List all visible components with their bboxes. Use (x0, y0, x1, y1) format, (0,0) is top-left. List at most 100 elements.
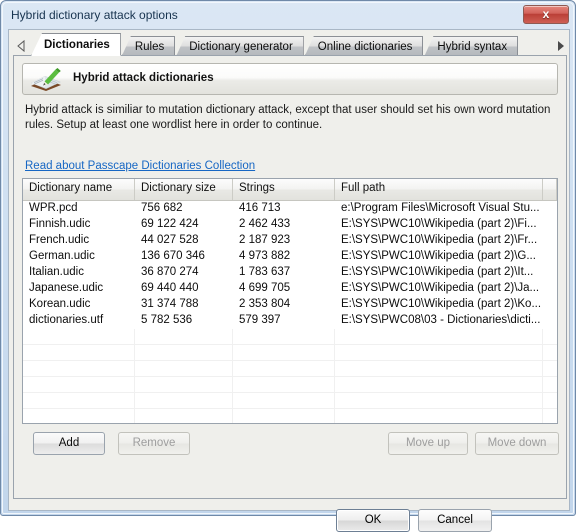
cell-empty (23, 345, 135, 360)
section-title: Hybrid attack dictionaries (73, 72, 214, 84)
cell-empty (335, 377, 543, 392)
cell-empty (135, 409, 233, 423)
table-row[interactable]: Korean.udic 31 374 788 2 353 804 E:\SYS\PWC… (23, 297, 557, 313)
cancel-button[interactable]: Cancel (418, 509, 492, 532)
close-icon: x (542, 7, 550, 21)
table-row[interactable]: Italian.udic 36 870 274 1 783 637 E:\SYS\PW… (23, 265, 557, 281)
cell-empty (135, 377, 233, 392)
dictionary-list[interactable]: Dictionary name Dictionary size Strings … (22, 178, 558, 424)
list-body: WPR.pcd 756 682 416 713 e:\Program Files\Mi… (23, 201, 557, 423)
column-header-dictionary-name[interactable]: Dictionary name (23, 179, 135, 200)
cell-empty (543, 409, 557, 423)
cell-full-path: E:\SYS\PWC10\Wikipedia (part 2)\Ko... (341, 298, 542, 310)
cell-dictionary-size: 136 670 346 (141, 250, 205, 262)
cell-strings: 2 187 923 (239, 234, 291, 246)
cell-empty (543, 377, 557, 392)
column-header-dictionary-size[interactable]: Dictionary size (135, 179, 233, 200)
table-row[interactable]: Japanese.udic 69 440 440 4 699 705 E:\SYS\P… (23, 281, 557, 297)
cell-empty (135, 361, 233, 376)
tab-scroll-right-button[interactable] (553, 37, 567, 55)
table-row[interactable]: French.udic 44 027 528 2 187 923 E:\SYS\PWC… (23, 233, 557, 249)
cell-dictionary-name: dictionaries.utf (29, 314, 104, 326)
cell-empty (233, 345, 335, 360)
cell-dictionary-name: Finnish.udic (29, 218, 91, 230)
table-row-empty[interactable] (23, 393, 557, 409)
cell-empty (135, 393, 233, 408)
table-row[interactable]: German.udic 136 670 346 4 973 882 E:\SYS\PW… (23, 249, 557, 265)
cell-full-path: E:\SYS\PWC10\Wikipedia (part 2)\Ja... (341, 282, 540, 294)
section-header: Hybrid attack dictionaries (22, 63, 558, 95)
tab-dictionary-generator[interactable]: Dictionary generator (176, 36, 304, 56)
table-row-empty[interactable] (23, 361, 557, 377)
cell-empty (233, 393, 335, 408)
table-row[interactable]: WPR.pcd 756 682 416 713 e:\Program Files\Mi… (23, 201, 557, 217)
cell-empty (135, 345, 233, 360)
cell-empty (543, 345, 557, 360)
tab-label: Online dictionaries (317, 41, 413, 53)
cell-empty (23, 393, 135, 408)
cell-empty (23, 377, 135, 392)
cell-full-path: E:\SYS\PWC10\Wikipedia (part 2)\It... (341, 266, 534, 278)
table-row-empty[interactable] (23, 409, 557, 423)
cell-dictionary-name: Japanese.udic (29, 282, 104, 294)
tab-rules[interactable]: Rules (121, 36, 176, 56)
cell-empty (335, 409, 543, 423)
table-row-empty[interactable] (23, 329, 557, 345)
cell-dictionary-size: 5 782 536 (141, 314, 193, 326)
move-down-button[interactable]: Move down (475, 432, 559, 455)
tab-dictionaries[interactable]: Dictionaries (31, 33, 121, 56)
tab-online-dictionaries[interactable]: Online dictionaries (304, 36, 424, 56)
cell-strings: 579 397 (239, 314, 281, 326)
title-bar[interactable]: Hybrid dictionary attack options x (3, 3, 575, 29)
cell-empty (233, 329, 335, 344)
dialog-window: Hybrid dictionary attack options x Dicti… (0, 0, 576, 532)
cell-spacer (543, 233, 557, 249)
close-button[interactable]: x (523, 5, 569, 24)
move-up-button[interactable]: Move up (388, 432, 468, 455)
cell-spacer (543, 249, 557, 265)
cell-dictionary-size: 69 440 440 (141, 282, 199, 294)
tab-hybrid-syntax[interactable]: Hybrid syntax (424, 36, 519, 56)
cell-full-path: E:\SYS\PWC08\03 - Dictionaries\dicti... (341, 314, 541, 326)
cell-empty (23, 329, 135, 344)
cell-spacer (543, 217, 557, 233)
tab-strip: Dictionaries Rules Dictionary generator … (13, 33, 567, 56)
ok-button[interactable]: OK (336, 509, 410, 532)
column-header-strings[interactable]: Strings (233, 179, 335, 200)
column-header-full-path[interactable]: Full path (335, 179, 543, 200)
cell-dictionary-name: French.udic (29, 234, 90, 246)
cell-dictionary-name: WPR.pcd (29, 202, 78, 214)
passcape-dictionaries-link[interactable]: Read about Passcape Dictionaries Collect… (25, 160, 255, 172)
cell-empty (335, 329, 543, 344)
cell-dictionary-name: German.udic (29, 250, 95, 262)
cell-full-path: E:\SYS\PWC10\Wikipedia (part 2)\G... (341, 250, 536, 262)
cell-dictionary-size: 69 122 424 (141, 218, 199, 230)
cell-empty (233, 361, 335, 376)
table-row[interactable]: dictionaries.utf 5 782 536 579 397 E:\SYS\P… (23, 313, 557, 329)
cell-dictionary-size: 44 027 528 (141, 234, 199, 246)
book-with-pencil-icon (31, 68, 61, 91)
cell-spacer (543, 265, 557, 281)
cell-empty (543, 361, 557, 376)
cell-spacer (543, 313, 557, 329)
add-button[interactable]: Add (33, 432, 105, 455)
cell-empty (335, 345, 543, 360)
section-description: Hybrid attack is similiar to mutation di… (25, 104, 551, 131)
dialog-client-area: Dictionaries Rules Dictionary generator … (8, 29, 570, 532)
cell-empty (543, 393, 557, 408)
tab-label: Dictionaries (44, 39, 110, 51)
triangle-right-icon (558, 41, 564, 51)
cell-dictionary-name: Korean.udic (29, 298, 91, 310)
cell-spacer (543, 201, 557, 217)
tab-scroll-left-button[interactable] (15, 37, 29, 55)
cell-strings: 2 462 433 (239, 218, 291, 230)
remove-button[interactable]: Remove (118, 432, 190, 455)
cell-empty (23, 409, 135, 423)
cell-dictionary-size: 756 682 (141, 202, 183, 214)
list-header-row: Dictionary name Dictionary size Strings … (23, 179, 557, 201)
table-row-empty[interactable] (23, 345, 557, 361)
triangle-left-icon (17, 39, 25, 53)
cell-strings: 416 713 (239, 202, 281, 214)
table-row[interactable]: Finnish.udic 69 122 424 2 462 433 E:\SYS\PW… (23, 217, 557, 233)
table-row-empty[interactable] (23, 377, 557, 393)
